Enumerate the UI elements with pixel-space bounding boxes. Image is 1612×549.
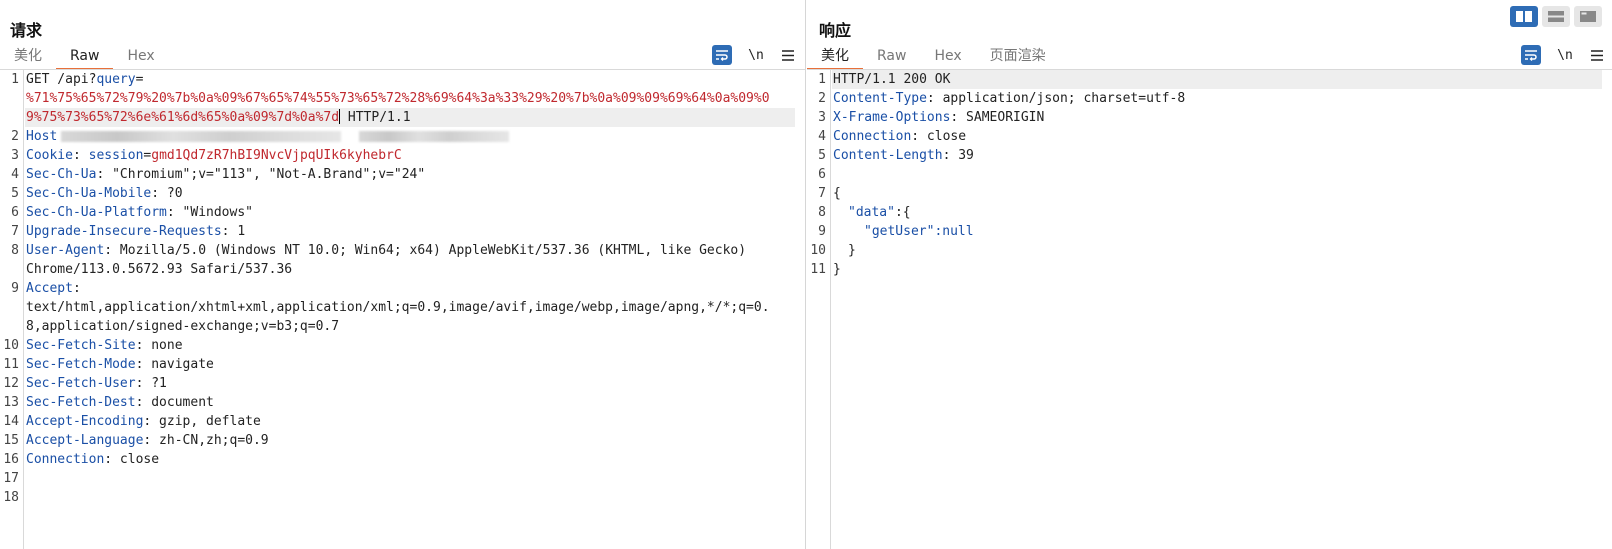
line-number: 10: [3, 338, 19, 353]
tab-raw[interactable]: Raw: [863, 44, 920, 70]
line-number: 17: [3, 471, 19, 486]
line-number: 4: [818, 129, 826, 144]
request-editor[interactable]: 1 2 3 4 5 6 7 8 9 10 11 12 13 14 15 16 1…: [0, 70, 805, 549]
newline-toggle[interactable]: \n: [745, 45, 767, 65]
line-number: 11: [3, 357, 19, 372]
line-number: 1: [818, 72, 826, 87]
newline-toggle[interactable]: \n: [1554, 45, 1576, 65]
line-number: 15: [3, 433, 19, 448]
line-number: 8: [11, 243, 19, 258]
query-value-line: 9%75%73%65%72%6e%61%6d%65%0a%09%7d%0a%7d…: [25, 108, 795, 127]
header-line: Connection: close: [833, 129, 967, 144]
line-number: 5: [11, 186, 19, 201]
header-line-cookie: Cookie: session=gmd1Qd7zR7hBI9NvcVjpqUIk…: [26, 148, 402, 163]
layout-tabs-icon[interactable]: [1574, 6, 1602, 27]
line-number: 3: [818, 110, 826, 125]
response-pane: 响应 美化 Raw Hex 页面渲染 \n 1 2 3 4 5 6 7 8 9 …: [807, 0, 1612, 549]
header-line: Connection: close: [26, 452, 160, 467]
json-line: "data":{: [848, 205, 911, 220]
header-line: Sec-Fetch-Mode: navigate: [26, 357, 214, 372]
query-value-line: %71%75%65%72%79%20%7b%0a%09%67%65%74%55%…: [26, 91, 770, 106]
line-number: 9: [818, 224, 826, 239]
line-number: 5: [818, 148, 826, 163]
response-toolbar: \n: [1521, 44, 1605, 66]
header-line: Sec-Ch-Ua: "Chromium";v="113", "Not-A.Br…: [26, 167, 426, 182]
response-tabs: 美化 Raw Hex 页面渲染: [807, 44, 1060, 70]
tab-pretty[interactable]: 美化: [0, 44, 56, 70]
header-line: Sec-Fetch-User: ?1: [26, 376, 167, 391]
header-line: Accept-Language: zh-CN,zh;q=0.9: [26, 433, 269, 448]
header-line-continuation: text/html,application/xhtml+xml,applicat…: [26, 300, 770, 315]
header-line: Content-Type: application/json; charset=…: [833, 91, 1186, 106]
header-line-continuation: Chrome/113.0.5672.93 Safari/537.36: [26, 262, 293, 277]
word-wrap-icon[interactable]: [712, 45, 732, 65]
line-number: 7: [11, 224, 19, 239]
line-number: 1: [11, 72, 19, 87]
line-number: 6: [818, 167, 826, 182]
header-line: X-Frame-Options: SAMEORIGIN: [833, 110, 1045, 125]
header-line-user-agent: User-Agent: Mozilla/5.0 (Windows NT 10.0…: [26, 243, 747, 258]
layout-split-horizontal-icon[interactable]: [1510, 6, 1538, 27]
request-toolbar: \n: [712, 44, 796, 66]
tab-render[interactable]: 页面渲染: [976, 44, 1060, 70]
tab-hex[interactable]: Hex: [113, 44, 168, 70]
request-pane: 请求 美化 Raw Hex \n 1 2 3 4 5 6 7 8 9 10 11…: [0, 0, 806, 549]
json-line: {: [833, 186, 841, 201]
json-line: }: [848, 243, 856, 258]
line-number: 13: [3, 395, 19, 410]
line-number: 6: [11, 205, 19, 220]
tab-hex[interactable]: Hex: [920, 44, 975, 70]
request-tabs: 美化 Raw Hex: [0, 44, 169, 70]
word-wrap-icon[interactable]: [1521, 45, 1541, 65]
header-line: Sec-Fetch-Dest: document: [26, 395, 214, 410]
request-line: GET /api?query=: [26, 72, 144, 87]
line-number: 14: [3, 414, 19, 429]
header-line: Upgrade-Insecure-Requests: 1: [26, 224, 246, 239]
tab-pretty[interactable]: 美化: [807, 44, 863, 70]
header-line-host: Host: [25, 127, 795, 146]
line-number: 7: [818, 186, 826, 201]
line-number: 11: [810, 262, 826, 277]
response-editor[interactable]: 1 2 3 4 5 6 7 8 9 10 11 HTTP/1.1 200 OK …: [807, 70, 1612, 549]
json-line: "getUser":null: [864, 224, 974, 239]
header-line: Accept-Encoding: gzip, deflate: [26, 414, 261, 429]
line-number-gutter: 1 2 3 4 5 6 7 8 9 10 11 12 13 14 15 16 1…: [0, 70, 24, 549]
menu-icon[interactable]: [1589, 45, 1605, 65]
header-line: Sec-Fetch-Site: none: [26, 338, 183, 353]
line-number: 12: [3, 376, 19, 391]
header-line: Sec-Ch-Ua-Mobile: ?0: [26, 186, 183, 201]
line-number: 18: [3, 490, 19, 505]
line-number: 4: [11, 167, 19, 182]
line-number: 16: [3, 452, 19, 467]
menu-icon[interactable]: [780, 45, 796, 65]
line-number: 3: [11, 148, 19, 163]
header-line-continuation: 8,application/signed-exchange;v=b3;q=0.7: [26, 319, 340, 334]
redacted-host: [359, 131, 510, 142]
header-line: Content-Length: 39: [833, 148, 974, 163]
response-code[interactable]: HTTP/1.1 200 OK Content-Type: applicatio…: [832, 70, 1602, 549]
response-title: 响应: [819, 21, 852, 40]
line-number: 9: [11, 281, 19, 296]
redacted-host: [61, 131, 342, 142]
line-number-gutter: 1 2 3 4 5 6 7 8 9 10 11: [807, 70, 831, 549]
header-line: Sec-Ch-Ua-Platform: "Windows": [26, 205, 253, 220]
layout-split-vertical-icon[interactable]: [1542, 6, 1570, 27]
layout-switcher: [1510, 6, 1602, 27]
header-line-accept: Accept:: [26, 281, 81, 296]
line-number: 2: [11, 129, 19, 144]
json-line: }: [833, 262, 841, 277]
status-line: HTTP/1.1 200 OK: [832, 70, 1602, 89]
tab-raw[interactable]: Raw: [56, 44, 114, 70]
line-number: 10: [810, 243, 826, 258]
request-title: 请求: [10, 21, 43, 40]
line-number: 8: [818, 205, 826, 220]
line-number: 2: [818, 91, 826, 106]
request-code[interactable]: GET /api?query= %71%75%65%72%79%20%7b%0a…: [25, 70, 795, 549]
